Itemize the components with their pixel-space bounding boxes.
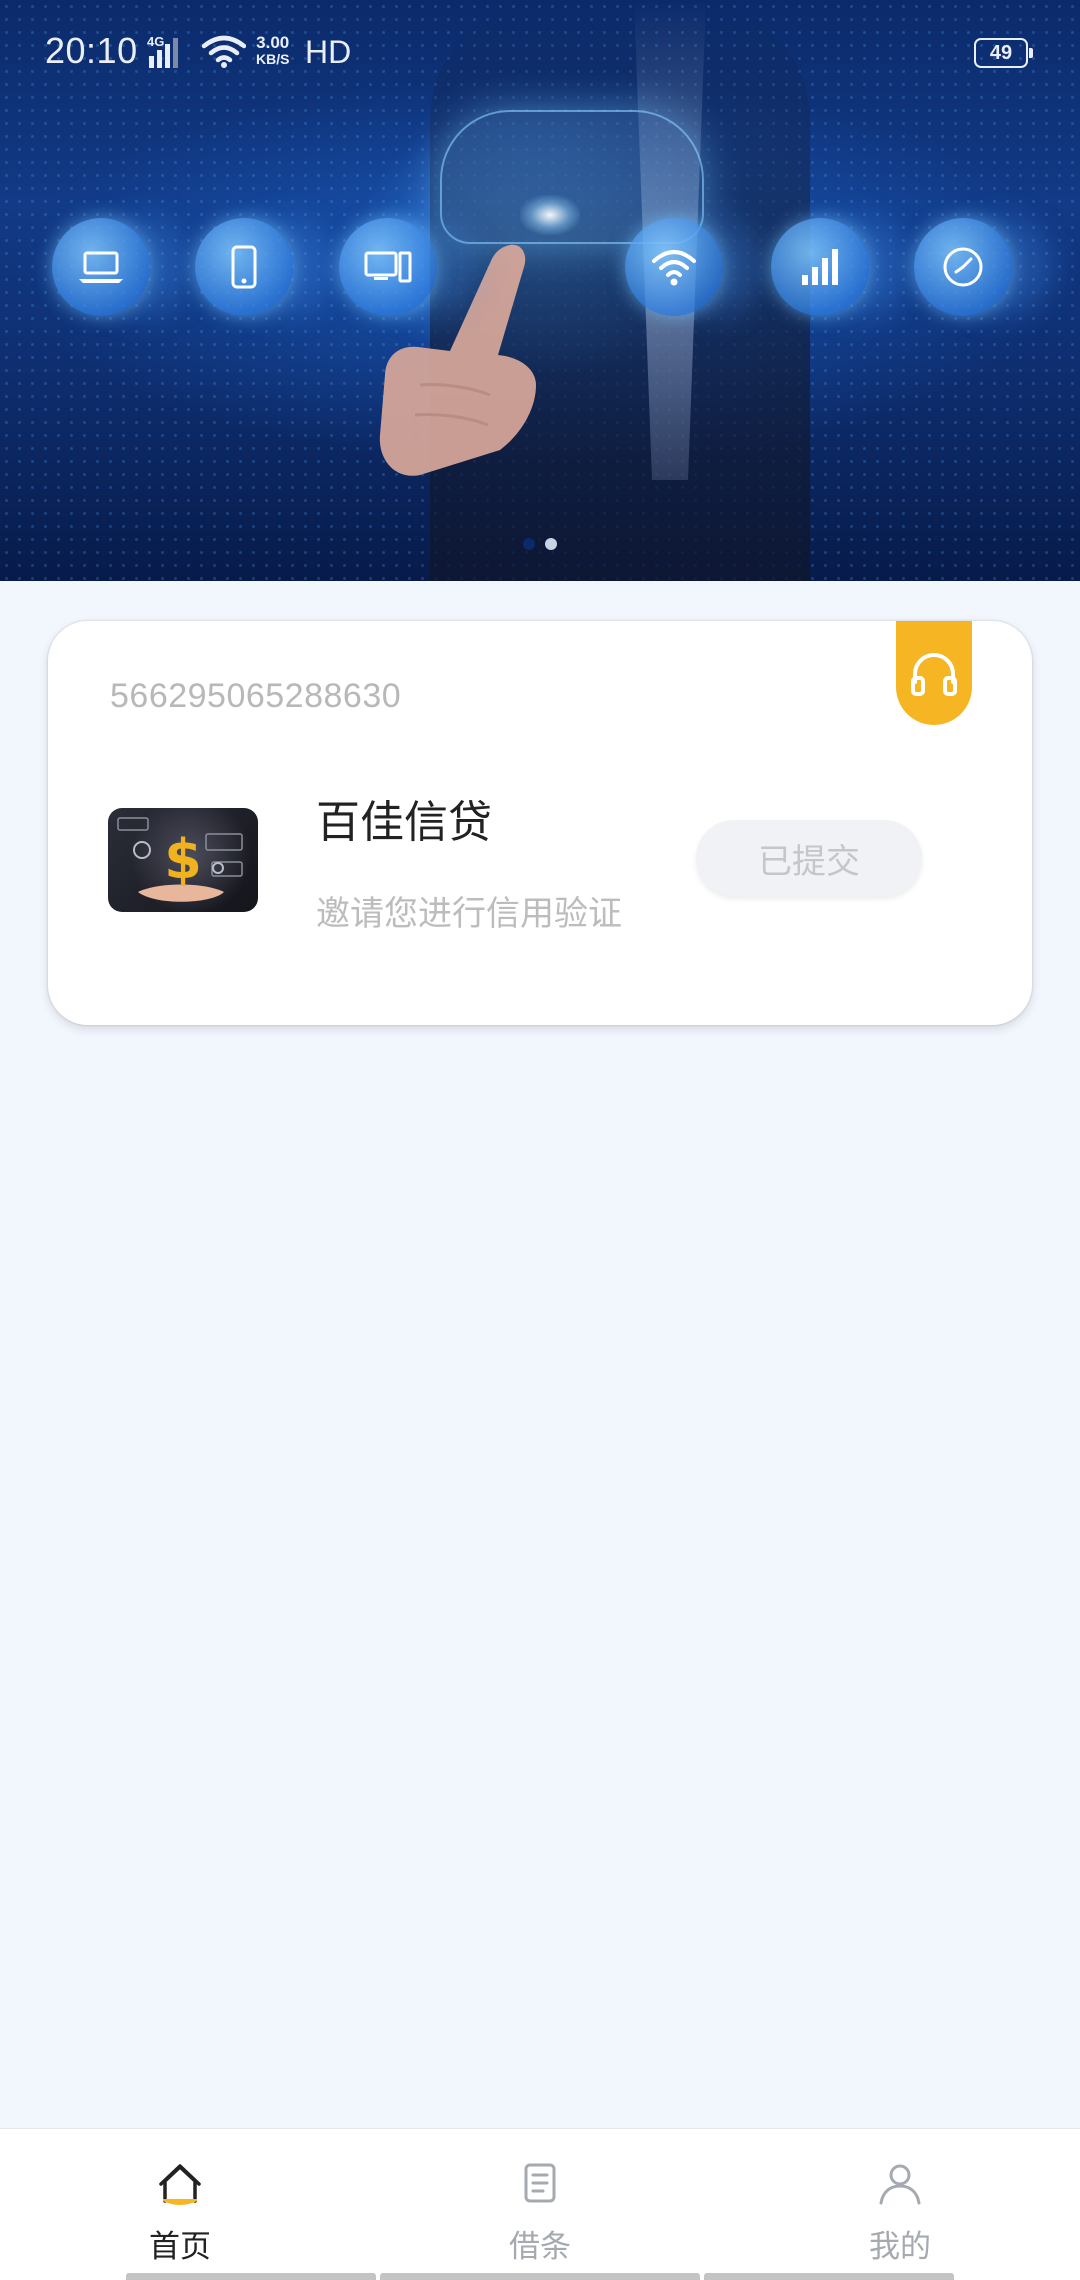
wifi-icon	[625, 218, 723, 316]
status-bar: 20:10 4G 3.00 KB/S HD 49	[0, 0, 1080, 108]
banner-glow	[520, 195, 580, 235]
network-speed-value: 3.00	[256, 33, 290, 52]
dollar-hand-image: $	[117, 817, 243, 902]
gesture-bar-segment	[380, 2273, 700, 2280]
clock-icon	[914, 218, 1012, 316]
phone-icon	[195, 218, 293, 316]
gesture-bar-segment	[704, 2273, 954, 2280]
laptop-icon	[52, 218, 150, 316]
network-speed: 3.00 KB/S	[256, 34, 289, 68]
tab-iou[interactable]: 借条	[360, 2129, 720, 2279]
order-id: 566295065288630	[110, 677, 402, 715]
gesture-bar-segment	[126, 2273, 376, 2280]
wifi-status-icon	[202, 35, 246, 68]
battery-icon: 49	[974, 38, 1033, 68]
home-icon	[159, 2164, 201, 2205]
tab-profile-label: 我的	[869, 2229, 931, 2265]
battery-level: 49	[989, 41, 1013, 64]
network-speed-unit: KB/S	[256, 51, 290, 67]
product-name: 百佳信贷	[316, 797, 492, 848]
tab-home-label: 首页	[149, 2229, 211, 2265]
loan-card: 566295065288630 $ 百佳信贷 邀请您进行信用验证 已提交	[48, 621, 1032, 1025]
user-icon	[879, 2164, 921, 2205]
tab-iou-label: 借条	[509, 2229, 571, 2265]
carousel-dot[interactable]	[545, 538, 557, 550]
submitted-button[interactable]: 已提交	[696, 820, 922, 896]
customer-service-button[interactable]	[896, 621, 972, 725]
product-description: 邀请您进行信用验证	[316, 894, 622, 934]
carousel-indicator	[0, 538, 1080, 550]
signal-icon	[771, 218, 869, 316]
hd-indicator: HD	[305, 34, 352, 70]
carousel-dot[interactable]	[523, 538, 535, 550]
headset-icon	[911, 653, 957, 696]
tab-home[interactable]: 首页	[0, 2129, 360, 2279]
svg-text:$: $	[164, 828, 202, 891]
document-icon	[524, 2163, 556, 2203]
tab-profile[interactable]: 我的	[720, 2129, 1080, 2279]
status-time: 20:10	[45, 30, 138, 71]
product-logo: $	[108, 808, 258, 912]
bottom-tab-bar: 首页 借条 我的	[0, 2128, 1080, 2280]
network-type: 4G	[147, 34, 165, 49]
desktop-icon	[339, 218, 437, 316]
